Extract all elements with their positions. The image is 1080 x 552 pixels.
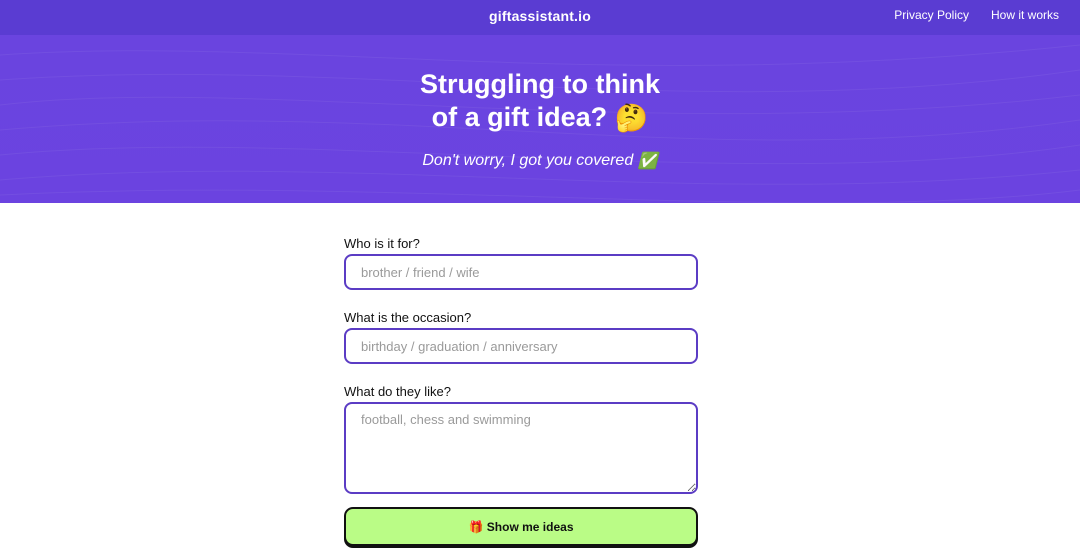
who-input[interactable]: [344, 254, 698, 290]
show-ideas-button[interactable]: 🎁 Show me ideas: [344, 507, 698, 546]
likes-field-group: What do they like?: [344, 384, 698, 494]
hero-subtitle: Don't worry, I got you covered ✅: [0, 151, 1080, 171]
thinking-face-icon: 🤔: [614, 103, 649, 134]
hero-headline: Struggling to think of a gift idea? 🤔: [0, 68, 1080, 135]
check-mark-icon: ✅: [637, 153, 658, 170]
nav-privacy-policy[interactable]: Privacy Policy: [894, 8, 969, 22]
headline-line-1: Struggling to think: [420, 69, 660, 99]
who-field-group: Who is it for?: [344, 236, 698, 290]
nav-how-it-works[interactable]: How it works: [991, 8, 1059, 22]
hero-banner: Struggling to think of a gift idea? 🤔 Do…: [0, 35, 1080, 203]
likes-label: What do they like?: [344, 384, 451, 399]
who-label: Who is it for?: [344, 236, 420, 251]
occasion-label: What is the occasion?: [344, 310, 472, 325]
nav-links: Privacy Policy How it works: [894, 8, 1059, 22]
top-navbar: giftassistant.io Privacy Policy How it w…: [0, 0, 1080, 35]
subtitle-text: Don't worry, I got you covered: [422, 152, 634, 170]
occasion-input[interactable]: [344, 328, 698, 364]
gift-icon: 🎁: [468, 519, 484, 534]
likes-textarea[interactable]: [344, 402, 698, 494]
headline-line-2: of a gift idea?: [431, 102, 608, 132]
occasion-field-group: What is the occasion?: [344, 310, 698, 364]
show-ideas-label: Show me ideas: [486, 519, 574, 534]
